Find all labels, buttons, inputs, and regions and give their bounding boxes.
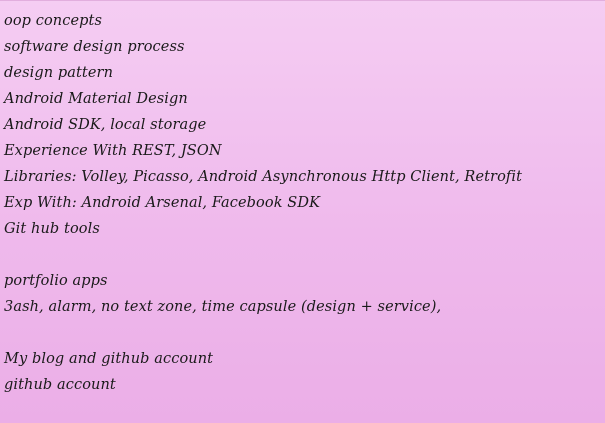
note-line-software-design-process: software design process — [4, 39, 185, 55]
note-line-app-list: 3ash, alarm, no text zone, time capsule … — [4, 299, 442, 315]
note-line-android-material-design: Android Material Design — [4, 91, 188, 107]
note-line-oop-concepts: oop concepts — [4, 13, 102, 29]
note-text-area[interactable]: oop concepts software design process des… — [4, 8, 602, 398]
note-line-portfolio-apps: portfolio apps — [4, 273, 108, 289]
note-line-git-hub-tools: Git hub tools — [4, 221, 100, 237]
note-line-exp-with: Exp With: Android Arsenal, Facebook SDK — [4, 195, 320, 211]
note-line-blank — [4, 242, 602, 268]
note-line-github-account: github account — [4, 377, 116, 393]
note-line-rest-json: Experience With REST, JSON — [4, 143, 222, 159]
note-line-android-sdk: Android SDK, local storage — [4, 117, 207, 133]
note-line-blog-and-github: My blog and github account — [4, 351, 214, 367]
note-line-design-pattern: design pattern — [4, 65, 114, 81]
note-line-libraries: Libraries: Volley, Picasso, Android Asyn… — [4, 169, 523, 185]
note-line-blank — [4, 320, 602, 346]
